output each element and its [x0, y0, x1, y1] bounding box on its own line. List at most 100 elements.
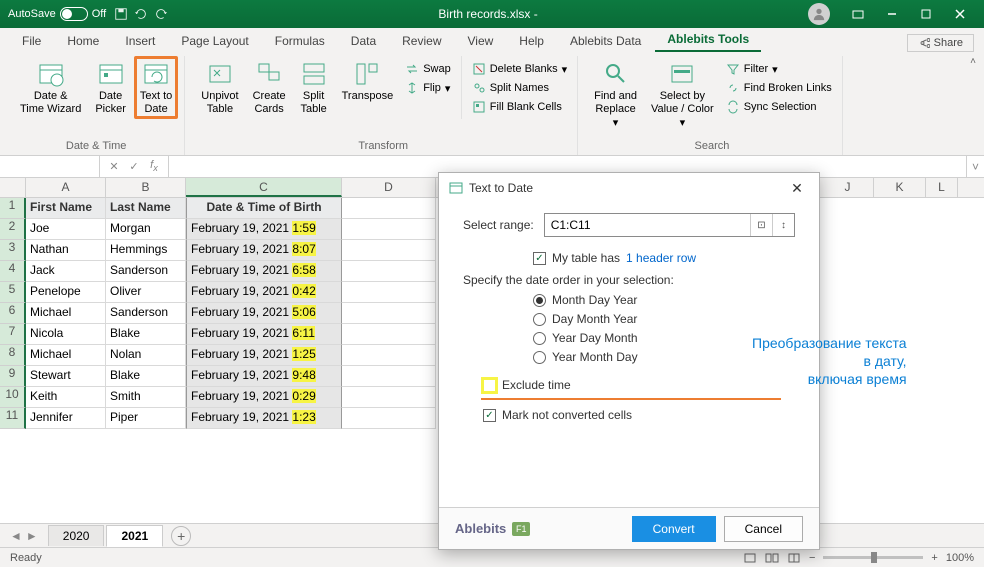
enter-formula-icon[interactable]: ✓	[126, 159, 142, 175]
close-button[interactable]	[944, 4, 976, 24]
date-picker-button[interactable]: Date Picker	[89, 56, 132, 119]
cell[interactable]	[342, 261, 436, 282]
tab-data[interactable]: Data	[339, 30, 388, 52]
tab-review[interactable]: Review	[390, 30, 453, 52]
fill-blank-cells-button[interactable]: Fill Blank Cells	[468, 98, 571, 116]
share-button[interactable]: Share	[907, 34, 974, 52]
header-cell[interactable]: Last Name	[106, 198, 186, 219]
flip-button[interactable]: Flip ▾	[401, 79, 455, 97]
exclude-time-checkbox[interactable]	[483, 379, 496, 392]
transpose-button[interactable]: Transpose	[336, 56, 400, 119]
cell[interactable]: February 19, 2021 8:07	[186, 240, 342, 261]
cell[interactable]: Oliver	[106, 282, 186, 303]
tab-ablebits-tools[interactable]: Ablebits Tools	[655, 28, 761, 52]
help-key-badge[interactable]: F1	[512, 522, 530, 536]
collapse-range-icon[interactable]: ⊡	[750, 214, 772, 236]
tab-file[interactable]: File	[10, 30, 53, 52]
cell[interactable]: Hemmings	[106, 240, 186, 261]
cell[interactable]: Sanderson	[106, 261, 186, 282]
row-header[interactable]: 10	[0, 387, 26, 408]
sheet-tab-2020[interactable]: 2020	[48, 525, 105, 546]
col-header-l[interactable]: L	[926, 178, 958, 197]
dialog-close-button[interactable]: ✕	[785, 176, 809, 200]
cell[interactable]: Blake	[106, 366, 186, 387]
split-table-button[interactable]: Split Table	[294, 56, 334, 119]
cell[interactable]	[342, 282, 436, 303]
new-sheet-button[interactable]: +	[171, 526, 191, 546]
row-header[interactable]: 7	[0, 324, 26, 345]
swap-button[interactable]: Swap	[401, 60, 455, 78]
cell[interactable]: Sanderson	[106, 303, 186, 324]
cell[interactable]: Jennifer	[26, 408, 106, 429]
expand-formula-bar-icon[interactable]: ˅	[966, 156, 984, 177]
cell[interactable]: Smith	[106, 387, 186, 408]
cell[interactable]	[342, 198, 436, 219]
col-header-a[interactable]: A	[26, 178, 106, 197]
col-header-d[interactable]: D	[342, 178, 436, 197]
undo-icon[interactable]	[134, 7, 148, 21]
has-header-checkbox[interactable]: ✓	[533, 252, 546, 265]
row-header[interactable]: 11	[0, 408, 26, 429]
cell[interactable]	[342, 240, 436, 261]
cell[interactable]	[342, 387, 436, 408]
cell[interactable]: Morgan	[106, 219, 186, 240]
cell[interactable]: Michael	[26, 345, 106, 366]
zoom-out-button[interactable]: −	[809, 552, 815, 564]
find-broken-links-button[interactable]: Find Broken Links	[722, 79, 836, 97]
ribbon-display-icon[interactable]	[842, 4, 874, 24]
radio-ydm[interactable]	[533, 332, 546, 345]
text-to-date-button[interactable]: Text to Date	[134, 56, 178, 119]
autosave-toggle[interactable]: AutoSave Off	[8, 7, 106, 21]
cell[interactable]: Michael	[26, 303, 106, 324]
row-header[interactable]: 8	[0, 345, 26, 366]
cell[interactable]: February 19, 2021 0:29	[186, 387, 342, 408]
cell[interactable]: Piper	[106, 408, 186, 429]
cell[interactable]: February 19, 2021 6:11	[186, 324, 342, 345]
cell[interactable]: Penelope	[26, 282, 106, 303]
col-header-k[interactable]: K	[874, 178, 926, 197]
tab-page-layout[interactable]: Page Layout	[169, 30, 260, 52]
cell[interactable]: February 19, 2021 1:23	[186, 408, 342, 429]
cell[interactable]: February 19, 2021 1:25	[186, 345, 342, 366]
mark-not-converted-checkbox[interactable]: ✓	[483, 409, 496, 422]
radio-mdy[interactable]	[533, 294, 546, 307]
cell[interactable]: February 19, 2021 5:06	[186, 303, 342, 324]
convert-button[interactable]: Convert	[632, 516, 716, 542]
account-icon[interactable]	[808, 3, 830, 25]
cell[interactable]: February 19, 2021 1:59	[186, 219, 342, 240]
cell[interactable]: February 19, 2021 0:42	[186, 282, 342, 303]
cell[interactable]	[342, 324, 436, 345]
delete-blanks-button[interactable]: Delete Blanks ▾	[468, 60, 571, 78]
header-row-link[interactable]: 1 header row	[626, 251, 696, 265]
tab-insert[interactable]: Insert	[113, 30, 167, 52]
radio-ymd[interactable]	[533, 351, 546, 364]
split-names-button[interactable]: Split Names	[468, 79, 571, 97]
sheet-nav-prev-icon[interactable]: ◄	[10, 529, 22, 543]
select-all-corner[interactable]	[0, 178, 26, 198]
cell[interactable]	[342, 345, 436, 366]
filter-button[interactable]: Filter ▾	[722, 60, 836, 78]
cell[interactable]: Joe	[26, 219, 106, 240]
redo-icon[interactable]	[154, 7, 168, 21]
header-cell[interactable]: Date & Time of Birth	[186, 198, 342, 219]
col-header-c[interactable]: C	[186, 178, 342, 197]
tab-view[interactable]: View	[456, 30, 506, 52]
range-field[interactable]	[545, 218, 750, 232]
sync-selection-button[interactable]: Sync Selection	[722, 98, 836, 116]
zoom-in-button[interactable]: +	[931, 552, 937, 564]
header-cell[interactable]: First Name	[26, 198, 106, 219]
row-header[interactable]: 3	[0, 240, 26, 261]
cell[interactable]: Nicola	[26, 324, 106, 345]
cell[interactable]: February 19, 2021 6:58	[186, 261, 342, 282]
zoom-level[interactable]: 100%	[946, 552, 974, 564]
tab-ablebits-data[interactable]: Ablebits Data	[558, 30, 653, 52]
cell[interactable]: Keith	[26, 387, 106, 408]
cell[interactable]	[342, 303, 436, 324]
row-header[interactable]: 1	[0, 198, 26, 219]
range-input[interactable]: ⊡ ↕	[544, 213, 795, 237]
create-cards-button[interactable]: Create Cards	[247, 56, 292, 119]
cell[interactable]: Jack	[26, 261, 106, 282]
minimize-button[interactable]	[876, 4, 908, 24]
cell[interactable]: Nolan	[106, 345, 186, 366]
cell[interactable]: February 19, 2021 9:48	[186, 366, 342, 387]
